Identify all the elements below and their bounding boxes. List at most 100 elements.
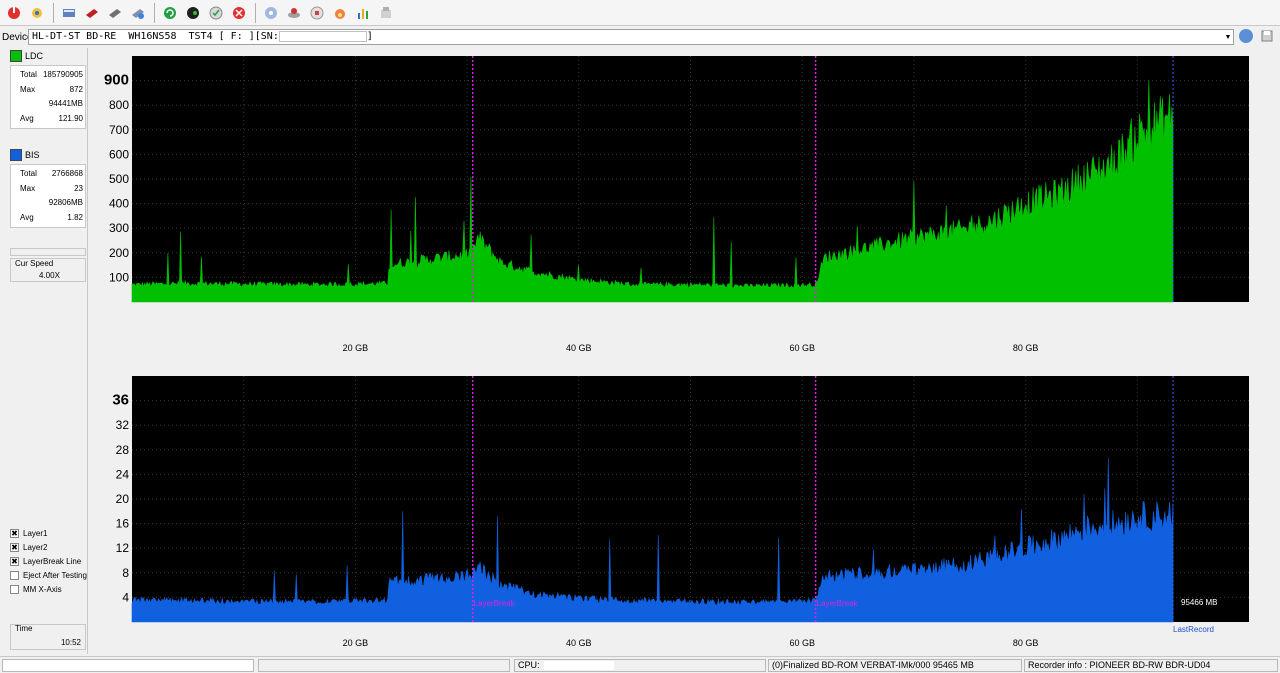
cpu-meter (543, 661, 614, 671)
chart-icon[interactable] (352, 2, 374, 24)
time-box: Time 10:52 (10, 624, 86, 650)
cur-speed-box: Cur Speed 4.00X (10, 258, 86, 282)
bis-max: 23 (74, 184, 83, 193)
y-tick-label: 16 (116, 517, 130, 531)
layerbreak-label: LayerBreak Line (23, 557, 82, 566)
option-layerbreak-line[interactable]: ✖ LayerBreak Line (10, 557, 81, 566)
serial-number-box (278, 30, 367, 42)
eject-label: Eject After Testing (23, 571, 87, 580)
bis-stats: Total 2766868 Max 23 92806MB Avg 1.82 (10, 164, 86, 228)
verify-icon[interactable] (205, 2, 227, 24)
bis-total-label: Total (20, 169, 37, 178)
mm-x-axis-label: MM X-Axis (23, 585, 62, 594)
burn-icon[interactable] (283, 2, 305, 24)
layer1-checkbox[interactable]: ✖ (10, 529, 19, 538)
status-disc-info: (0)Finalized BD-ROM VERBAT-IMk/000 95465… (768, 659, 1022, 672)
time-label: Time (15, 624, 33, 633)
ldc-stats: Total 185790905 Max 872 94441MB Avg 121.90 (10, 65, 86, 129)
y-tick-label: 100 (109, 270, 129, 284)
copy-icon[interactable] (306, 2, 328, 24)
layer2-label: Layer2 (23, 543, 48, 552)
drive-info-icon[interactable] (58, 2, 80, 24)
bis-avg: 1.82 (67, 213, 83, 222)
chevron-down-icon[interactable]: ▼ (1222, 29, 1234, 45)
flame-icon[interactable] (329, 2, 351, 24)
bis-max-position: 92806MB (48, 198, 83, 207)
y-tick-label: 20 (116, 492, 130, 506)
y-tick-label: 8 (122, 566, 129, 580)
power-icon[interactable] (3, 2, 25, 24)
device-bar: Device: HL-DT-ST BD-RE WH16NS58 TST4 [ F… (0, 28, 1280, 46)
ldc-max: 872 (69, 85, 83, 94)
y-tick-label: 36 (112, 392, 129, 409)
ldc-legend: LDC (10, 50, 43, 62)
save-device-icon[interactable] (1260, 29, 1274, 43)
cpu-label: CPU: (518, 660, 540, 670)
y-tick-label: 700 (109, 123, 129, 137)
save-icon[interactable] (375, 2, 397, 24)
disc-red-icon[interactable] (81, 2, 103, 24)
ldc-total: 185790905 (42, 70, 83, 79)
y-tick-label: 24 (116, 467, 130, 481)
y-tick-label: 4 (122, 590, 129, 604)
toolbar-separator (154, 2, 155, 23)
status-bar: CPU: (0)Finalized BD-ROM VERBAT-IMk/000 … (0, 656, 1280, 673)
layerbreak-checkbox[interactable]: ✖ (10, 557, 19, 566)
progress-bar (10, 248, 86, 256)
stop-icon[interactable] (228, 2, 250, 24)
ldc-avg: 121.90 (58, 114, 83, 123)
ldc-max-label: Max (20, 85, 36, 94)
mm-x-axis-checkbox[interactable] (10, 585, 19, 594)
x-tick-label: 40 GB (566, 343, 592, 353)
refresh-device-icon[interactable] (1239, 29, 1253, 43)
end-size-label: 95466 MB (1181, 598, 1217, 607)
disc-info-icon[interactable] (127, 2, 149, 24)
settings-icon[interactable] (26, 2, 48, 24)
x-tick-label: 80 GB (1013, 638, 1039, 648)
option-layer2[interactable]: ✖ Layer2 (10, 543, 47, 552)
ldc-swatch (10, 50, 22, 62)
y-tick-label: 500 (109, 172, 129, 186)
chart-ldc: 100 200 300 400 500 600 700 800 900 20 GB 40 GB 60 … (104, 56, 1249, 353)
x-tick-label: 20 GB (343, 343, 369, 353)
layer1-label: Layer1 (23, 529, 48, 538)
layer-break-label: LayerBreak (817, 599, 859, 608)
option-layer1[interactable]: ✖ Layer1 (10, 529, 47, 538)
y-tick-label: 600 (109, 147, 129, 161)
bis-legend: BIS (10, 149, 40, 161)
stats-panel: LDC Total 185790905 Max 872 94441MB Avg 121… (6, 48, 88, 654)
cur-speed-label: Cur Speed (15, 259, 54, 268)
disc-gray-icon[interactable] (104, 2, 126, 24)
ldc-max-position: 94441MB (48, 99, 83, 108)
y-tick-label: 300 (109, 221, 129, 235)
cur-speed-value: 4.00X (39, 271, 60, 280)
status-cpu: CPU: (514, 659, 766, 672)
x-tick-label: 20 GB (343, 638, 369, 648)
bis-label: BIS (25, 150, 40, 160)
device-select[interactable]: HL-DT-ST BD-RE WH16NS58 TST4 [ F: ][SN:] (28, 29, 1234, 45)
bis-total: 2766868 (51, 169, 83, 178)
blank-disc-icon[interactable] (260, 2, 282, 24)
x-tick-label: 40 GB (566, 638, 592, 648)
y-tick-label: 12 (116, 541, 130, 555)
x-tick-label: 60 GB (789, 638, 815, 648)
ldc-total-label: Total (20, 70, 37, 79)
device-value: HL-DT-ST BD-RE WH16NS58 TST4 [ F: ][SN: (32, 31, 279, 42)
x-tick-label: 60 GB (789, 343, 815, 353)
option-eject-after-testing[interactable]: Eject After Testing (10, 571, 87, 580)
toolbar-separator (255, 2, 256, 23)
last-record-label: LastRecord (1173, 625, 1214, 634)
refresh-icon[interactable] (159, 2, 181, 24)
layer2-checkbox[interactable]: ✖ (10, 543, 19, 552)
eject-icon[interactable] (182, 2, 204, 24)
bis-swatch (10, 149, 22, 161)
ldc-label: LDC (25, 51, 44, 61)
y-tick-label: 400 (109, 197, 129, 211)
option-mm-x-axis[interactable]: MM X-Axis (10, 585, 62, 594)
y-tick-label: 200 (109, 246, 129, 260)
bis-avg-label: Avg (20, 213, 34, 222)
device-close-bracket: ] (366, 31, 373, 42)
eject-checkbox[interactable] (10, 571, 19, 580)
y-tick-label: 800 (109, 98, 129, 112)
toolbar-separator (53, 2, 54, 23)
